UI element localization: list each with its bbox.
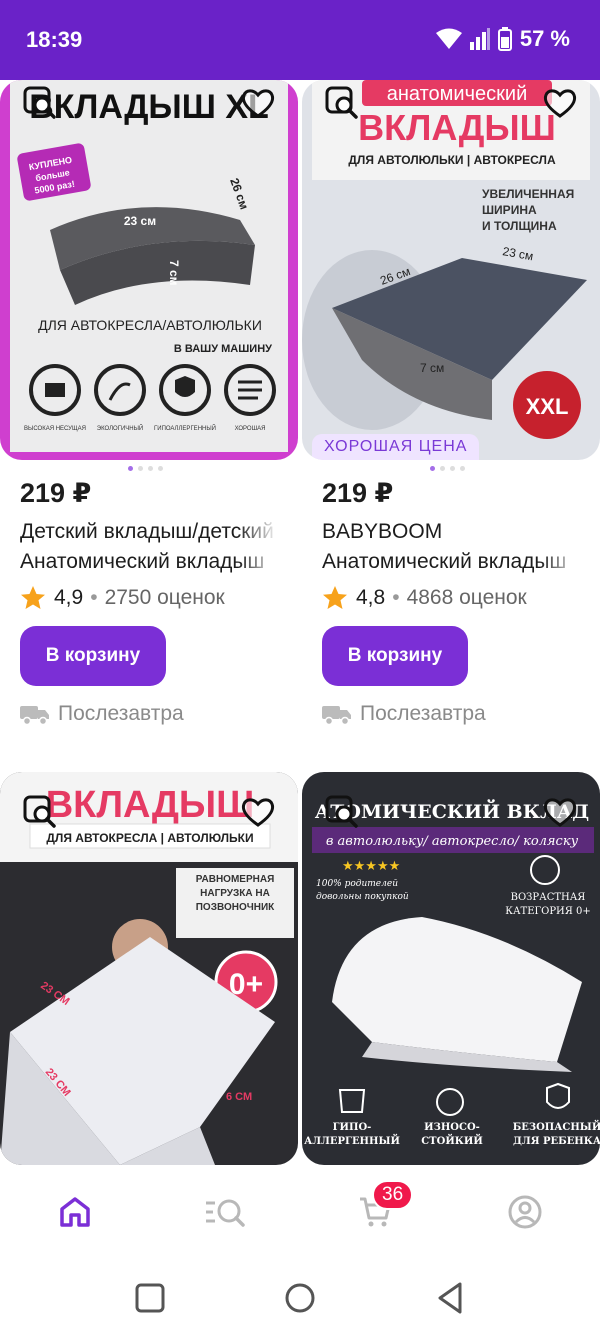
svg-text:100% родителей: 100% родителей <box>316 879 398 889</box>
add-to-cart-button[interactable]: В корзину <box>322 626 468 686</box>
svg-text:ИЗНОСО-: ИЗНОСО- <box>424 1122 480 1133</box>
review-count: 2750 оценок <box>104 586 225 609</box>
svg-text:ЭКОЛОГИЧНЫЙ: ЭКОЛОГИЧНЫЙ <box>97 424 143 432</box>
svg-text:ВКЛАДЫШ: ВКЛАДЫШ <box>358 107 556 148</box>
svg-text:БЕЗОПАСНЫЙ: БЕЗОПАСНЫЙ <box>513 1120 600 1133</box>
product-subtitle[interactable]: Анатомический вкладыш <box>20 550 278 574</box>
home-circle-icon[interactable] <box>282 1280 318 1316</box>
svg-text:УВЕЛИЧЕННАЯ: УВЕЛИЧЕННАЯ <box>482 187 574 201</box>
product-image[interactable]: анатомический ВКЛАДЫШ ДЛЯ АВТОЛЮЛЬКИ | А… <box>302 80 600 460</box>
svg-text:ГИПОАЛЛЕРГЕННЫЙ: ГИПОАЛЛЕРГЕННЫЙ <box>154 424 216 432</box>
svg-text:7 см: 7 см <box>167 260 181 286</box>
nav-profile[interactable] <box>495 1187 555 1237</box>
image-search-icon[interactable] <box>324 85 360 121</box>
image-search-icon[interactable] <box>22 85 58 121</box>
truck-icon <box>20 706 49 726</box>
product-image[interactable]: ВКЛАДЫШ XL 23 см 26 см 7 см КУПЛЕНО боль… <box>0 80 298 460</box>
add-to-cart-button[interactable]: В корзину <box>20 626 166 686</box>
profile-icon <box>508 1195 542 1229</box>
svg-text:НАГРУЗКА НА: НАГРУЗКА НА <box>200 888 270 899</box>
nav-catalog[interactable] <box>195 1187 255 1237</box>
product-title[interactable]: BABYBOOM <box>322 520 580 544</box>
cart-count-badge: 36 <box>372 1180 414 1210</box>
favorite-heart-icon[interactable] <box>240 794 276 830</box>
system-navigation-bar <box>0 1260 600 1337</box>
svg-text:ДЛЯ АВТОКРЕСЛА | АВТОЛЮЛЬКИ: ДЛЯ АВТОКРЕСЛА | АВТОЛЮЛЬКИ <box>46 831 253 845</box>
product-image[interactable]: АТОМИЧЕСКИЙ ВКЛАД в автолюльку/ автокрес… <box>302 772 600 1165</box>
svg-text:ВОЗРАСТНАЯ: ВОЗРАСТНАЯ <box>511 892 586 903</box>
signal-icon <box>469 28 490 50</box>
svg-text:ГИПО-: ГИПО- <box>333 1122 372 1133</box>
rating-value: 4,9 <box>54 586 84 609</box>
svg-text:ВКЛАДЫШ XL: ВКЛАДЫШ XL <box>29 88 269 126</box>
rating-value: 4,8 <box>356 586 386 609</box>
svg-text:ВКЛАДЫШ: ВКЛАДЫШ <box>46 784 255 826</box>
svg-text:6 СМ: 6 СМ <box>226 1091 252 1103</box>
svg-text:XXL: XXL <box>526 394 569 419</box>
good-price-badge: ХОРОШАЯ ЦЕНА <box>312 434 480 460</box>
star-icon <box>21 586 45 609</box>
status-bar: 18:39 57 % <box>0 0 600 80</box>
favorite-heart-icon[interactable] <box>240 85 276 121</box>
svg-text:довольны покупкой: довольны покупкой <box>316 892 409 902</box>
product-card[interactable]: АТОМИЧЕСКИЙ ВКЛАД в автолюльку/ автокрес… <box>302 772 600 1165</box>
svg-text:И ТОЛЩИНА: И ТОЛЩИНА <box>482 219 557 233</box>
product-subtitle[interactable]: Анатомический вкладыш <box>322 550 580 574</box>
favorite-heart-icon[interactable] <box>542 85 578 121</box>
back-icon[interactable] <box>432 1280 468 1316</box>
svg-text:ДЛЯ АВТОЛЮЛЬКИ | АВТОКРЕСЛА: ДЛЯ АВТОЛЮЛЬКИ | АВТОКРЕСЛА <box>348 153 556 167</box>
product-rating: 4,8 • 4868 оценок <box>322 585 527 611</box>
svg-text:ВЫСОКАЯ НЕСУЩАЯ: ВЫСОКАЯ НЕСУЩАЯ <box>24 426 86 432</box>
favorite-heart-icon[interactable] <box>542 794 578 830</box>
product-card[interactable]: ВКЛАДЫШ ДЛЯ АВТОКРЕСЛА | АВТОЛЮЛЬКИ РАВН… <box>0 772 298 1165</box>
svg-text:ДЛЯ РЕБЕНКА: ДЛЯ РЕБЕНКА <box>513 1136 600 1147</box>
product-price: 219 ₽ <box>20 478 92 508</box>
review-count: 4868 оценок <box>406 586 527 609</box>
image-search-icon[interactable] <box>22 794 58 830</box>
nav-home[interactable] <box>45 1187 105 1237</box>
image-pager-dots <box>128 466 163 471</box>
svg-text:анатомический: анатомический <box>387 83 527 105</box>
delivery-info: Послезавтра <box>20 702 184 726</box>
product-rating: 4,9 • 2750 оценок <box>20 585 225 611</box>
svg-text:★★★★★: ★★★★★ <box>342 859 400 874</box>
truck-icon <box>322 706 351 726</box>
star-icon <box>323 586 347 609</box>
svg-text:ДЛЯ АВТОКРЕСЛА/АВТОЛЮЛЬКИ: ДЛЯ АВТОКРЕСЛА/АВТОЛЮЛЬКИ <box>38 317 262 333</box>
svg-text:ХОРОШАЯ: ХОРОШАЯ <box>235 426 266 432</box>
delivery-label: Послезавтра <box>360 702 486 725</box>
svg-text:7 см: 7 см <box>420 361 444 375</box>
svg-text:АЛЛЕРГЕННЫЙ: АЛЛЕРГЕННЫЙ <box>304 1134 400 1147</box>
delivery-label: Послезавтра <box>58 702 184 725</box>
svg-text:В ВАШУ МАШИНУ: В ВАШУ МАШИНУ <box>174 343 272 355</box>
svg-text:ШИРИНА: ШИРИНА <box>482 203 537 217</box>
product-image[interactable]: ВКЛАДЫШ ДЛЯ АВТОКРЕСЛА | АВТОЛЮЛЬКИ РАВН… <box>0 772 298 1165</box>
svg-text:СТОЙКИЙ: СТОЙКИЙ <box>421 1134 483 1147</box>
delivery-info: Послезавтра <box>322 702 486 726</box>
svg-text:23 см: 23 см <box>124 214 156 228</box>
image-pager-dots <box>430 466 465 471</box>
svg-text:в автолюльку/ автокресло/ коля: в автолюльку/ автокресло/ коляску <box>326 834 579 849</box>
product-title[interactable]: Детский вкладыш/детский <box>20 520 278 544</box>
wifi-icon <box>435 28 462 49</box>
svg-text:КАТЕГОРИЯ 0+: КАТЕГОРИЯ 0+ <box>505 906 591 917</box>
product-price: 219 ₽ <box>322 478 394 508</box>
battery-icon <box>497 27 512 51</box>
recents-icon[interactable] <box>132 1280 168 1316</box>
svg-text:ПОЗВОНОЧНИК: ПОЗВОНОЧНИК <box>196 902 275 913</box>
bottom-navigation <box>0 1165 600 1260</box>
catalog-search-icon <box>206 1199 245 1227</box>
product-card[interactable]: анатомический ВКЛАДЫШ ДЛЯ АВТОЛЮЛЬКИ | А… <box>302 80 600 760</box>
battery-level: 57 % <box>519 26 570 51</box>
status-time: 18:39 <box>26 27 83 52</box>
home-icon <box>60 1197 90 1227</box>
image-search-icon[interactable] <box>324 794 360 830</box>
svg-text:РАВНОМЕРНАЯ: РАВНОМЕРНАЯ <box>196 874 275 885</box>
product-card[interactable]: ВКЛАДЫШ XL 23 см 26 см 7 см КУПЛЕНО боль… <box>0 80 298 760</box>
